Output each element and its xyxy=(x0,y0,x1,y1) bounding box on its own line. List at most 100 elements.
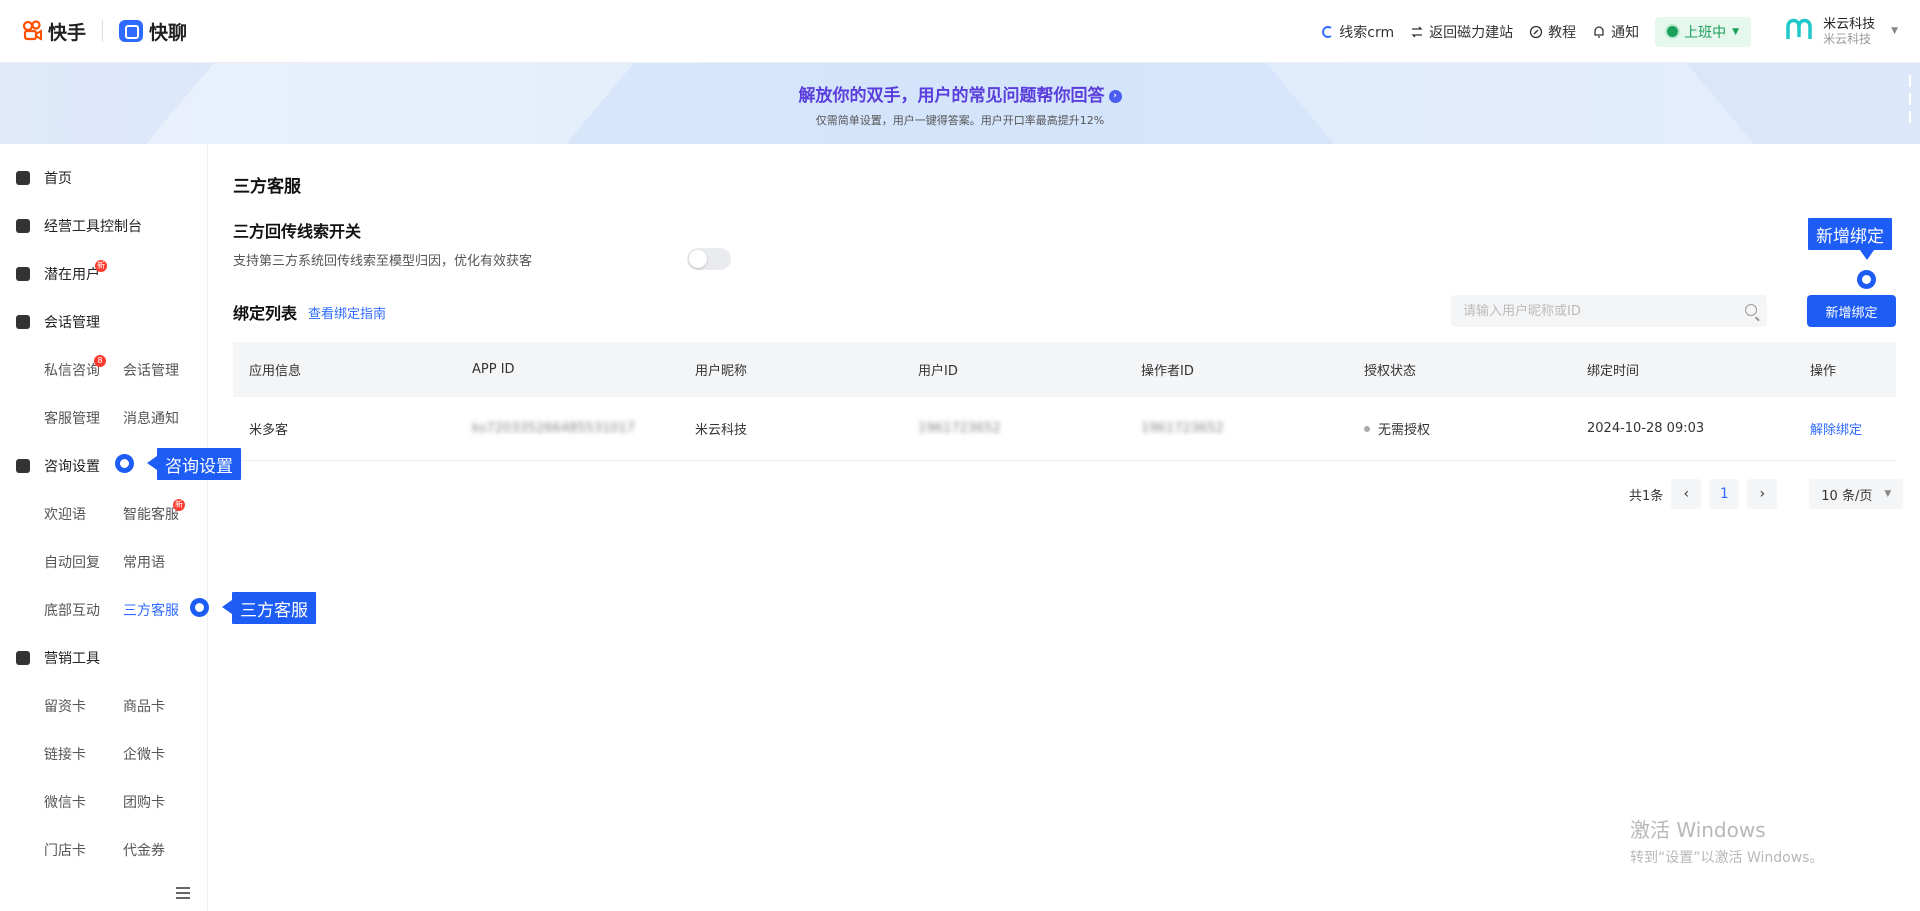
account-org: 米云科技 xyxy=(1823,32,1872,47)
work-status-dropdown[interactable]: 上班中 ▼ xyxy=(1655,16,1752,47)
column-header: 操作者ID xyxy=(1141,364,1194,379)
search-input[interactable] xyxy=(1451,295,1721,327)
watermark-subtitle: 转到“设置”以激活 Windows。 xyxy=(1630,850,1824,866)
sidebar-item-voucher[interactable]: 代金券 xyxy=(123,840,165,860)
online-status-icon xyxy=(1667,26,1679,37)
kuaishou-logo[interactable]: 快手 xyxy=(22,18,86,45)
unbind-link[interactable]: 解除绑定 xyxy=(1794,419,1896,438)
chevron-down-icon: ▼ xyxy=(1891,26,1898,37)
sidebar-item-console[interactable]: 经营工具控制台 xyxy=(16,216,142,236)
banner-subtitle: 仅需简单设置，用户一键得答案。用户开口率最高提升12% xyxy=(815,114,1105,127)
bell-icon xyxy=(1592,25,1606,39)
sidebar-item-auto-reply[interactable]: 自动回复 xyxy=(44,552,100,572)
sidebar-item-home[interactable]: 首页 xyxy=(16,168,72,188)
banner-title: 解放你的双手，用户的常见问题帮你回答 › xyxy=(0,81,1920,106)
table-header: 应用信息 APP ID 用户昵称 用户ID 操作者ID 授权状态 绑定时间 操作 xyxy=(233,342,1896,397)
column-header: 操作 xyxy=(1810,364,1837,379)
sidebar-item-dm[interactable]: 私信咨询 xyxy=(44,360,100,380)
column-header: 授权状态 xyxy=(1364,364,1417,379)
prev-page-button[interactable]: ‹ xyxy=(1671,479,1702,509)
column-header: 用户昵称 xyxy=(695,364,748,379)
sidebar-item-welcome[interactable]: 欢迎语 xyxy=(44,504,86,524)
sidebar-item-store-card[interactable]: 门店卡 xyxy=(44,840,86,860)
notification-label: 通知 xyxy=(1611,24,1640,41)
top-right-nav: 线索crm 返回磁力建站 教程 通知 上班中 ▼ 米云科技 米云科技 ▼ xyxy=(1304,0,1898,63)
sidebar-item-label: 潜在用户 xyxy=(44,267,100,283)
kuailiao-text: 快聊 xyxy=(149,21,188,44)
banner-pagination-indicator[interactable] xyxy=(1909,75,1912,131)
sidebar-item-label: 营销工具 xyxy=(44,651,100,667)
brand-divider xyxy=(102,20,104,42)
annotation-pointer xyxy=(147,456,157,470)
column-header: 应用信息 xyxy=(249,364,302,379)
main-content: 三方客服 三方回传线索开关 支持第三方系统回传线索至模型归因，优化有效获客 绑定… xyxy=(209,144,1920,911)
user-id-cell: 1961723652 xyxy=(918,421,1001,436)
tutorial-label: 教程 xyxy=(1548,24,1577,41)
binding-guide-link[interactable]: 查看绑定指南 xyxy=(308,303,386,322)
users-icon xyxy=(16,267,30,281)
chevron-down-icon: ▼ xyxy=(1884,489,1892,499)
new-badge: 新 xyxy=(95,260,107,272)
sidebar-item-link-card[interactable]: 链接卡 xyxy=(44,744,86,764)
next-page-button[interactable]: › xyxy=(1747,479,1778,509)
annotation-marker xyxy=(1857,270,1876,289)
crm-link[interactable]: 线索crm xyxy=(1320,22,1394,42)
watermark-title: 激活 Windows xyxy=(1630,818,1766,842)
sidebar-item-session-management-sub[interactable]: 会话管理 xyxy=(123,360,179,380)
page-size-label: 10 条/页 xyxy=(1821,488,1873,504)
top-bar: 快手 快聊 线索crm 返回磁力建站 教程 通知 上班中 ▼ 米云科技 米云科技… xyxy=(0,0,1920,63)
sidebar-item-common-phrases[interactable]: 常用语 xyxy=(123,552,165,572)
sidebar-item-smart-cs[interactable]: 智能客服 xyxy=(123,504,179,524)
annotation-consult-settings: 咨询设置 xyxy=(157,448,241,480)
sidebar-item-wecom-card[interactable]: 企微卡 xyxy=(123,744,165,764)
sidebar-item-product-card[interactable]: 商品卡 xyxy=(123,696,165,716)
annotation-pointer xyxy=(222,600,232,614)
arrow-right-icon: › xyxy=(1108,89,1122,103)
lead-callback-toggle[interactable] xyxy=(687,248,731,270)
nickname-cell: 米云科技 xyxy=(695,423,748,438)
chevron-down-icon: ▼ xyxy=(1732,26,1740,37)
tutorial-link[interactable]: 教程 xyxy=(1529,22,1576,42)
annotation-third-party-cs: 三方客服 xyxy=(232,592,316,624)
account-avatar xyxy=(1785,17,1813,45)
work-status-label: 上班中 xyxy=(1684,24,1727,41)
collapse-sidebar-icon[interactable] xyxy=(176,887,190,899)
sidebar-item-wechat-card[interactable]: 微信卡 xyxy=(44,792,86,812)
search-box xyxy=(1451,295,1767,327)
search-icon[interactable] xyxy=(1745,304,1757,316)
bind-time-cell: 2024-10-28 09:03 xyxy=(1587,421,1705,436)
sidebar-item-session-management[interactable]: 会话管理 xyxy=(16,312,100,332)
app-id-cell: ks720335266485531017 xyxy=(472,421,636,436)
tutorial-icon xyxy=(1529,25,1543,39)
page-size-select[interactable]: 10 条/页 ▼ xyxy=(1809,479,1904,509)
toggle-knob xyxy=(689,250,707,268)
windows-activation-watermark: 激活 Windows 转到“设置”以激活 Windows。 xyxy=(1630,814,1823,867)
sidebar-item-message-notice[interactable]: 消息通知 xyxy=(123,408,179,428)
sidebar-item-group-buy-card[interactable]: 团购卡 xyxy=(123,792,165,812)
kuailiao-logo[interactable]: 快聊 xyxy=(119,18,187,45)
crm-icon xyxy=(1320,25,1334,39)
home-icon xyxy=(16,171,30,185)
user-settings-icon xyxy=(16,459,30,473)
sidebar-item-cs-management[interactable]: 客服管理 xyxy=(44,408,100,428)
back-to-site-link[interactable]: 返回磁力建站 xyxy=(1410,22,1513,42)
column-header: APP ID xyxy=(472,362,515,377)
promo-banner[interactable]: 解放你的双手，用户的常见问题帮你回答 › 仅需简单设置，用户一键得答案。用户开口率… xyxy=(0,63,1920,144)
sidebar: 首页 经营工具控制台 潜在用户 新 会话管理 私信咨询 8 会话管理 客服管理 … xyxy=(0,144,208,911)
sidebar-item-lead-card[interactable]: 留资卡 xyxy=(44,696,86,716)
sidebar-item-bottom-interaction[interactable]: 底部互动 xyxy=(44,600,100,620)
brand: 快手 快聊 xyxy=(22,18,187,45)
sidebar-item-marketing-tools[interactable]: 营销工具 xyxy=(16,648,100,668)
app-info-cell: 米多客 xyxy=(249,423,289,438)
user-menu[interactable]: 米云科技 米云科技 ▼ xyxy=(1785,17,1898,47)
add-binding-button[interactable]: 新增绑定 xyxy=(1807,295,1896,327)
pagination: 共1条 ‹ 1 › 10 条/页 ▼ xyxy=(1629,478,1904,510)
sidebar-item-third-party-cs[interactable]: 三方客服 xyxy=(123,600,179,620)
status-dot-icon xyxy=(1364,425,1370,432)
notification-link[interactable]: 通知 xyxy=(1592,22,1639,42)
page-number-button[interactable]: 1 xyxy=(1709,479,1740,509)
sidebar-item-potential-users[interactable]: 潜在用户 xyxy=(16,264,100,284)
sidebar-item-consult-settings[interactable]: 咨询设置 xyxy=(16,456,100,476)
chart-icon xyxy=(16,219,30,233)
swap-icon xyxy=(1410,25,1424,39)
